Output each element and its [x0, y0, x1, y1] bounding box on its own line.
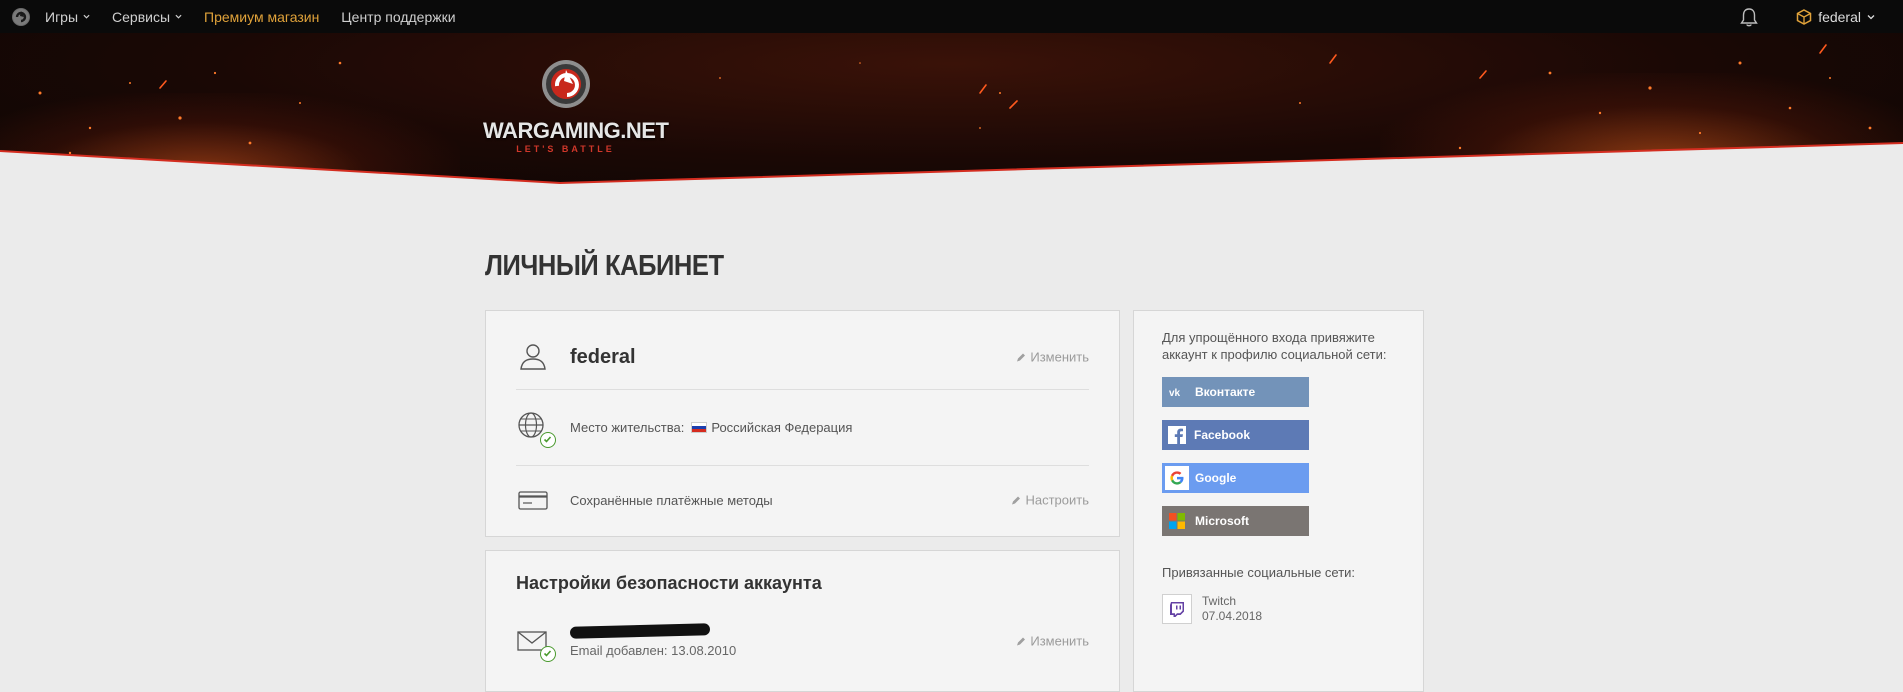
nav-services[interactable]: Сервисы [112, 9, 182, 25]
top-right-area: federal [1738, 0, 1875, 33]
microsoft-button-label: Microsoft [1195, 514, 1249, 528]
main-menu: Игры Сервисы Премиум магазин Центр подде… [45, 0, 478, 33]
nav-support-center[interactable]: Центр поддержки [341, 9, 455, 25]
configure-payment-label: Настроить [1025, 492, 1089, 508]
verified-check-icon [540, 432, 556, 448]
verified-check-icon [540, 646, 556, 662]
microsoft-connect-button[interactable]: Microsoft [1162, 506, 1309, 536]
nav-services-label: Сервисы [112, 8, 171, 25]
user-icon [520, 344, 546, 370]
vk-button-label: Вконтакте [1195, 385, 1256, 399]
top-username: federal [1818, 8, 1861, 25]
brand-tagline: LET'S BATTLE [516, 144, 615, 154]
wargaming-brand[interactable]: WARGAMING.NET LET'S BATTLE [483, 58, 669, 186]
profile-card: federal Изменить Место жительства: Росси… [485, 310, 1120, 537]
residence-country: Российская Федерация [711, 419, 853, 435]
vk-connect-button[interactable]: vk Вконтакте [1162, 377, 1309, 407]
edit-username-label: Изменить [1030, 349, 1089, 365]
sparks-decoration [0, 44, 1903, 188]
pencil-icon [1017, 353, 1026, 361]
hero-banner: WARGAMING.NET LET'S BATTLE [0, 33, 1903, 188]
redacted-email-mark [569, 622, 711, 639]
svg-text:vk: vk [1169, 388, 1181, 397]
profile-username: federal [570, 345, 636, 368]
chevron-down-icon [175, 14, 182, 19]
linked-networks-title: Привязанные социальные сети: [1162, 565, 1356, 580]
social-intro-text: Для упрощённого входа привяжите аккаунт … [1162, 330, 1387, 362]
linked-twitch-date: 07.04.2018 [1202, 609, 1263, 623]
nav-premium-shop[interactable]: Премиум магазин [204, 9, 319, 25]
nav-support-center-label: Центр поддержки [341, 8, 456, 25]
linked-twitch-item: Twitch 07.04.2018 [1162, 594, 1262, 624]
residence-label: Место жительства: [570, 419, 685, 435]
globe-verified-icon [516, 410, 556, 448]
configure-payment-link[interactable]: Настроить [1011, 493, 1089, 508]
twitch-icon [1162, 594, 1192, 624]
nav-games[interactable]: Игры [45, 9, 90, 25]
chevron-down-icon [83, 14, 90, 19]
nav-games-label: Игры [45, 8, 79, 25]
profile-username-row: federal Изменить [516, 325, 1089, 390]
pencil-icon [1012, 496, 1021, 504]
payment-methods-label: Сохранённые платёжные методы [570, 492, 773, 508]
credit-card-icon [518, 491, 548, 510]
wargaming-emblem-icon [541, 60, 590, 108]
account-cube-icon [1796, 8, 1812, 25]
russia-flag-icon [691, 421, 708, 433]
wargaming-logo-icon[interactable] [12, 8, 30, 26]
profile-residence-row: Место жительства: Российская Федерация [516, 389, 1089, 466]
security-card: Настройки безопасности аккаунта Email до… [485, 550, 1120, 692]
email-verified-icon [516, 624, 556, 662]
profile-payment-row: Сохранённые платёжные методы Настроить [516, 465, 1089, 535]
social-login-card: Для упрощённого входа привяжите аккаунт … [1133, 310, 1424, 692]
edit-email-label: Изменить [1030, 633, 1089, 649]
facebook-icon [1168, 426, 1186, 444]
pencil-icon [1017, 637, 1026, 645]
nav-premium-shop-label: Премиум магазин [204, 8, 320, 25]
edit-email-link[interactable]: Изменить [1016, 634, 1089, 649]
security-title: Настройки безопасности аккаунта [516, 573, 822, 593]
linked-twitch-info: Twitch 07.04.2018 [1202, 594, 1262, 624]
notifications-bell-icon[interactable] [1738, 6, 1760, 28]
vk-icon: vk [1165, 380, 1189, 404]
google-button-label: Google [1195, 471, 1237, 485]
facebook-button-label: Facebook [1194, 428, 1251, 442]
user-menu[interactable]: federal [1796, 9, 1875, 25]
top-navigation-bar: Игры Сервисы Премиум магазин Центр подде… [0, 0, 1903, 33]
email-added-date: Email добавлен: 13.08.2010 [570, 642, 737, 658]
chevron-down-icon [1867, 14, 1875, 19]
edit-username-link[interactable]: Изменить [1016, 350, 1089, 365]
google-icon [1165, 466, 1189, 490]
email-row: Email добавлен: 13.08.2010 Изменить [516, 613, 1089, 669]
email-info: Email добавлен: 13.08.2010 [569, 622, 737, 658]
microsoft-icon [1165, 509, 1189, 533]
facebook-connect-button[interactable]: Facebook [1162, 420, 1309, 450]
brand-wordmark: WARGAMING.NET [483, 118, 669, 143]
google-connect-button[interactable]: Google [1162, 463, 1309, 493]
page-title: ЛИЧНЫЙ КАБИНЕТ [485, 250, 724, 282]
linked-twitch-name: Twitch [1202, 594, 1237, 608]
